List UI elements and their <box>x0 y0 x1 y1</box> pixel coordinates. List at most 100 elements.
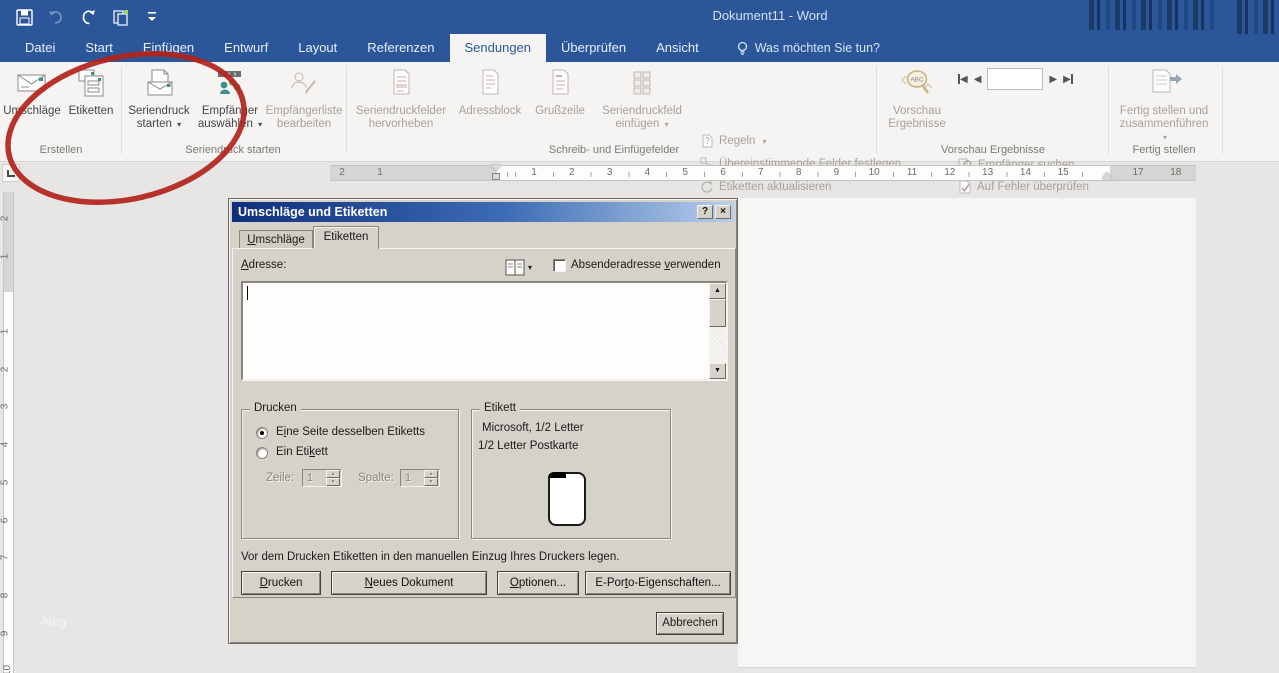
ruler-left-margin <box>330 165 497 181</box>
zeile-spinner[interactable]: 1 ▲▼ <box>302 469 342 487</box>
vertical-ruler[interactable]: 21 12345678910 <box>3 192 15 673</box>
umschlaege-button[interactable]: Umschläge <box>2 66 62 140</box>
save-icon[interactable] <box>14 7 34 27</box>
umschlaege-label: Umschläge <box>3 105 61 117</box>
tab-datei[interactable]: Datei <box>10 34 70 62</box>
address-book-icon <box>505 259 525 276</box>
empfaenger-auswaehlen-button[interactable]: Empfänger auswählen ▾ <box>196 66 264 140</box>
next-record-button[interactable]: ▶ <box>1049 74 1057 85</box>
tell-me-box[interactable]: Was möchten Sie tun? <box>736 34 880 62</box>
finish-merge-icon <box>1146 68 1182 102</box>
vorschau-ergebnisse-button[interactable]: ABC Vorschau Ergebnisse <box>880 66 954 140</box>
eine-seite-radio[interactable] <box>256 427 268 439</box>
seriendruckfeld-einfuegen-button[interactable]: Seriendruckfeld einfügen ▾ <box>592 66 692 140</box>
scroll-down-button[interactable]: ▼ <box>709 363 726 379</box>
ruler-number: 8 <box>796 167 802 178</box>
address-block-icon <box>474 68 506 102</box>
record-navigator: ◀ ◀ ▶ ▶ <box>958 68 1073 90</box>
fertig-stellen-button[interactable]: Fertig stellen und zusammenführen ▾ <box>1116 66 1212 140</box>
ruler-number: 14 <box>1020 167 1031 178</box>
spin-up-icon[interactable]: ▲ <box>326 470 340 478</box>
document-page[interactable] <box>738 198 1196 668</box>
fertig-stellen-label: Fertig stellen und zusammenführen <box>1120 105 1209 130</box>
dialog-tab-etiketten[interactable]: Etiketten <box>313 226 379 249</box>
seriendruck-starten-button[interactable]: Seriendruck starten ▾ <box>124 66 194 140</box>
tab-start[interactable]: Start <box>70 34 127 62</box>
etikett-line2: 1/2 Letter Postkarte <box>478 440 578 452</box>
watermark-text: -Neg <box>38 614 66 629</box>
chevron-down-icon: ▾ <box>177 120 181 129</box>
tell-me-label: Was möchten Sie tun? <box>755 41 880 55</box>
spalte-spinner[interactable]: 1 ▲▼ <box>400 469 440 487</box>
dialog-help-button[interactable]: ? <box>697 205 713 219</box>
grusszeile-label: Grußzeile <box>535 105 585 117</box>
tab-ansicht[interactable]: Ansicht <box>641 34 714 62</box>
ein-etikett-radio[interactable] <box>256 447 268 459</box>
chevron-down-icon: ▾ <box>762 137 766 146</box>
abbrechen-button[interactable]: Abbrechen <box>656 612 724 635</box>
ein-etikett-label: Ein Etikett <box>276 446 328 458</box>
drucken-button[interactable]: Drucken <box>241 571 321 595</box>
eine-seite-label: Eine Seite desselben Etiketts <box>276 426 425 438</box>
ruler-number: 3 <box>607 167 613 178</box>
tab-referenzen[interactable]: Referenzen <box>352 34 449 62</box>
undo-icon[interactable] <box>46 7 66 27</box>
neues-dokument-button[interactable]: Neues Dokument <box>331 571 487 595</box>
ruler-number: 4 <box>0 442 10 448</box>
right-indent-marker[interactable] <box>1102 172 1112 179</box>
redo-icon[interactable] <box>78 7 98 27</box>
last-record-bar <box>1071 74 1073 84</box>
check-for-errors-icon <box>958 180 972 194</box>
horizontal-ruler[interactable]: 21 123456789101112131415 1718 <box>330 164 1200 182</box>
previous-record-arrow-icon: ◀ <box>974 74 982 85</box>
last-record-button[interactable]: ▶ <box>1063 74 1073 85</box>
dialog-title-bar[interactable]: Umschläge und Etiketten <box>232 202 734 222</box>
seriendruckfelder-hervorheben-button[interactable]: Seriendruckfelder hervorheben <box>352 66 450 140</box>
regeln-button[interactable]: Regeln ▾ <box>700 132 766 150</box>
dialog-tab-umschlaege[interactable]: Umschläge <box>239 230 313 248</box>
tab-entwurf[interactable]: Entwurf <box>209 34 283 62</box>
grusszeile-button[interactable]: Grußzeile <box>529 66 591 140</box>
first-record-button[interactable]: ◀ <box>958 74 968 85</box>
ruler-number: 4 <box>645 167 651 178</box>
first-line-indent-marker[interactable] <box>491 165 501 171</box>
tab-layout[interactable]: Layout <box>283 34 352 62</box>
optionen-button[interactable]: Optionen... <box>497 571 579 595</box>
adressblock-button[interactable]: Adressblock <box>452 66 528 140</box>
titlebar-artifact <box>1089 0 1219 30</box>
empfaengerliste-bearbeiten-button[interactable]: Empfängerliste bearbeiten <box>264 66 344 140</box>
seriendruckfelder-hervorheben-label: Seriendruckfelder hervorheben <box>356 105 446 130</box>
ruler-number: 2 <box>0 366 10 372</box>
dialog-close-button[interactable]: × <box>715 205 731 219</box>
customize-quick-access-icon[interactable] <box>142 7 162 27</box>
tab-stop-selector[interactable] <box>2 164 20 182</box>
tab-einfuegen[interactable]: Einfügen <box>128 34 209 62</box>
address-book-button[interactable]: ▾ <box>505 257 539 277</box>
address-textarea[interactable]: ▲ ▼ <box>241 281 728 381</box>
tab-ueberpruefen[interactable]: Überprüfen <box>546 34 641 62</box>
etiketten-button[interactable]: Etiketten <box>62 66 120 140</box>
scrollbar-thumb[interactable] <box>709 299 726 327</box>
scroll-up-button[interactable]: ▲ <box>709 283 726 299</box>
record-number-input[interactable] <box>987 68 1043 90</box>
spin-up-icon[interactable]: ▲ <box>424 470 438 478</box>
zeile-spin-buttons: ▲▼ <box>326 470 340 486</box>
previous-record-button[interactable]: ◀ <box>974 74 982 85</box>
radio-etikett-pre: Ein Eti <box>276 446 309 458</box>
vorschau-ergebnisse-label: Vorschau Ergebnisse <box>888 105 946 130</box>
absenderadresse-label: Absenderadresse verwenden <box>571 259 721 271</box>
spin-down-icon[interactable]: ▼ <box>424 478 438 486</box>
ruler-number: 10 <box>869 167 880 178</box>
copy-icon[interactable] <box>110 7 130 27</box>
tab-sendungen[interactable]: Sendungen <box>450 34 547 62</box>
eporto-eigenschaften-button[interactable]: E-Porto-Eigenschaften... <box>585 571 731 595</box>
spin-down-icon[interactable]: ▼ <box>326 478 340 486</box>
address-scrollbar[interactable]: ▲ ▼ <box>709 283 726 379</box>
ruler-number: 3 <box>0 404 10 410</box>
printer-note: Vor dem Drucken Etiketten in den manuell… <box>241 551 619 563</box>
absenderadresse-checkbox[interactable] <box>553 259 566 272</box>
group-label-seriendruck: Seriendruck starten <box>185 144 280 156</box>
left-indent-marker[interactable] <box>492 173 500 180</box>
chevron-down-icon: ▾ <box>258 120 262 129</box>
adressblock-label: Adressblock <box>459 105 522 117</box>
